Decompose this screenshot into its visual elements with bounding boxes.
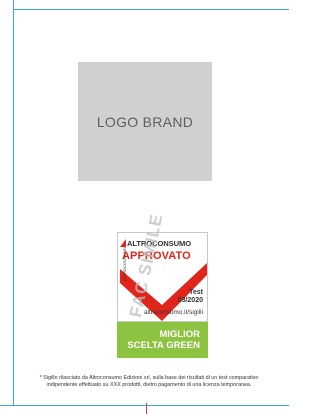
seal-test-date: 03/2020 [177,297,203,304]
seal-award-band: MIGLIOR SCELTA GREEN [117,322,208,358]
seal-side-text: ALTROCONSUMO [122,247,127,281]
seal-award-line1: MIGLIOR [159,329,200,340]
brand-triangle-icon [120,239,126,247]
seal-award-line2: SCELTA GREEN [127,340,200,351]
seal-test-info: Test 03/2020 [178,289,203,305]
approval-seal: ALTROCONSUMO APPROVATO FAC SIMILE ALTROC… [117,212,208,358]
seal-footnote: * Sigillo rilasciato da Altroconsumo Edi… [39,375,259,388]
logo-text: LOGO BRAND [96,113,194,130]
logo-placeholder: LOGO BRAND [78,62,212,181]
seal-test-label: Test [189,289,203,296]
document-page: LOGO BRAND ALTROCONSUMO APPROVATO FAC SI… [0,0,289,414]
center-tick-mark [146,403,147,414]
trim-line-top [13,9,289,10]
trim-line-bottom [0,405,289,406]
seal-top-panel: ALTROCONSUMO APPROVATO FAC SIMILE ALTROC… [117,212,208,322]
seal-url: altroconsumo.it/sigilli [144,309,203,316]
trim-line-left [13,0,14,406]
